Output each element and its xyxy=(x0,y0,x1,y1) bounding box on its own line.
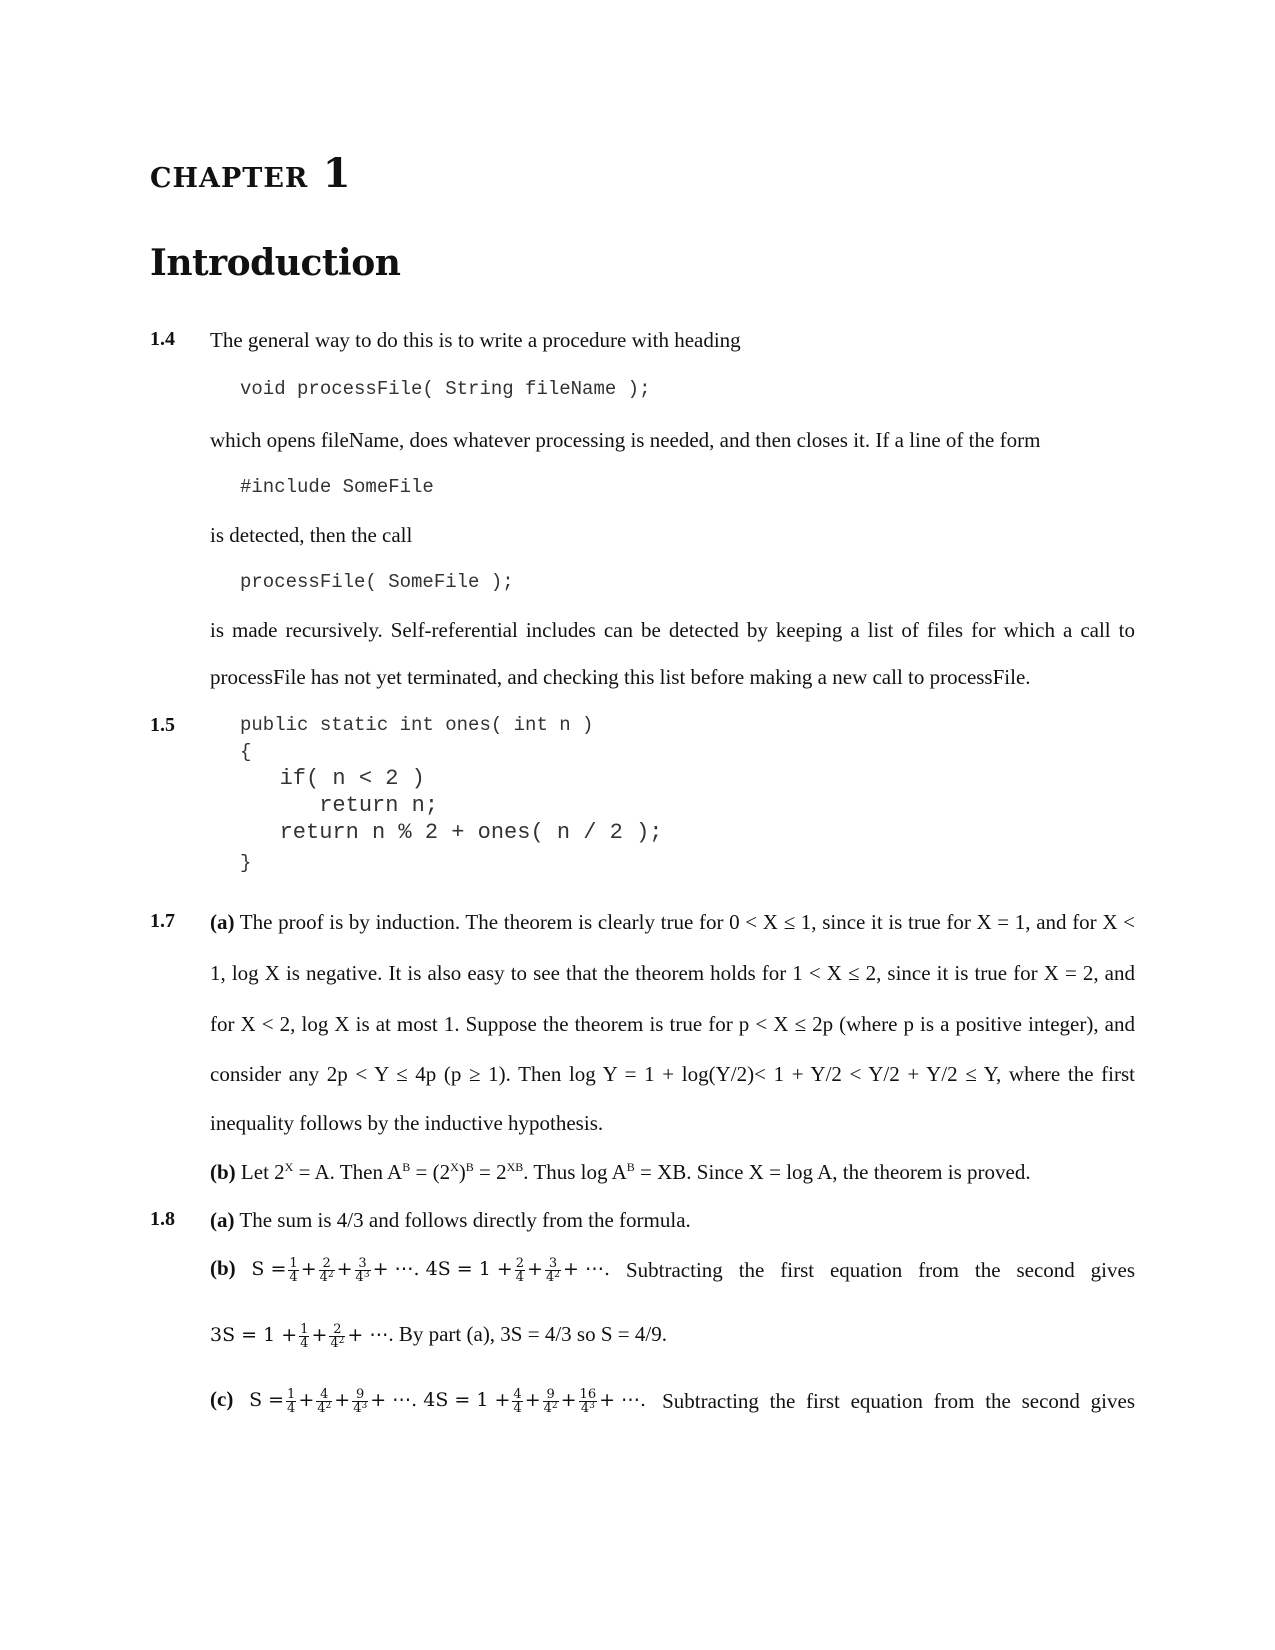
exercise-1-7-a-line-1: (a) The proof is by induction. The theor… xyxy=(210,910,1135,934)
text: ) xyxy=(458,1160,466,1184)
code-return-recursive: return n % 2 + ones( n / 2 ); xyxy=(240,820,663,845)
code-ones-signature: public static int ones( int n ) xyxy=(240,714,594,736)
exercise-1-8-b-line-2: 3S = 1 +1 4 +2 42 + ⋯. By part (a), 3S = 4/3… xyxy=(210,1321,667,1351)
exercise-1-8-b-line-1: (b) S = 1 4 +2 42 +3 43 + ⋯. 4S = 1 +2 4 +3 42 + ⋯.… xyxy=(210,1256,1135,1284)
text: . By part (a), 3S = 4/3 so S = 4/9. xyxy=(388,1322,667,1346)
exercise-1-7-b: (b) Let 2X = A. Then AB = (2X)B = 2XB. T… xyxy=(210,1160,1135,1184)
exercise-1-7-a-line-2: 1, log X is negative. It is also easy to… xyxy=(210,961,1135,985)
part-label-b: (b) xyxy=(210,1160,236,1184)
chapter-heading: CHAPTER 1 xyxy=(150,150,352,197)
code-if-line: if( n < 2 ) xyxy=(240,766,425,791)
chapter-title: Introduction xyxy=(150,242,401,284)
exercise-number-1-7: 1.7 xyxy=(150,910,175,932)
exercise-1-4-text-3: is detected, then the call xyxy=(210,523,413,547)
superscript: B xyxy=(626,1160,635,1174)
exercise-1-8-c-line-1: (c) S = 1 4 +4 42 +9 43 + ⋯. 4S = 1 +4 4 +9 42 +16 4… xyxy=(210,1387,1135,1415)
superscript: X xyxy=(450,1160,459,1174)
superscript: B xyxy=(465,1160,474,1174)
c-tail-text: Subtracting the first equation from the … xyxy=(662,1388,1135,1413)
part-label-a: (a) xyxy=(210,1208,235,1232)
text: . Thus log A xyxy=(523,1160,627,1184)
code-process-file-heading: void processFile( String fileName ); xyxy=(240,378,651,400)
text: The proof is by induction. The theorem i… xyxy=(239,910,1136,934)
exercise-number-1-8: 1.8 xyxy=(150,1208,175,1230)
chapter-label: CHAPTER xyxy=(150,163,309,194)
text: = (2 xyxy=(410,1160,451,1184)
part-label-b: (b) xyxy=(210,1256,236,1280)
text: = 2 xyxy=(473,1160,507,1184)
text: = A. Then A xyxy=(293,1160,403,1184)
exercise-number-1-4: 1.4 xyxy=(150,328,175,350)
superscript: XB xyxy=(506,1160,524,1174)
text: = XB. Since X = log A, the theorem is pr… xyxy=(634,1160,1031,1184)
exercise-1-7-a-line-5: inequality follows by the inductive hypo… xyxy=(210,1111,604,1135)
equation-b: (b) S = 1 4 +2 42 +3 43 + ⋯. 4S = 1 +2 4 +3 42 + ⋯. xyxy=(210,1255,610,1285)
part-label-c: (c) xyxy=(210,1387,234,1411)
code-include-line: #include SomeFile xyxy=(240,476,434,498)
exercise-1-8-a: (a) The sum is 4/3 and follows directly … xyxy=(210,1208,1135,1232)
exercise-number-1-5: 1.5 xyxy=(150,714,175,736)
exercise-1-7-a-line-4: consider any 2p < Y ≤ 4p (p ≥ 1). Then l… xyxy=(210,1062,1135,1086)
b-tail-text: Subtracting the first equation from the … xyxy=(625,1257,1135,1282)
code-close-brace: } xyxy=(240,852,252,874)
chapter-number: 1 xyxy=(322,150,352,197)
code-process-file-call: processFile( SomeFile ); xyxy=(240,571,514,593)
code-open-brace: { xyxy=(240,741,252,763)
exercise-1-7-a-line-3: for X < 2, log X is at most 1. Suppose t… xyxy=(210,1012,1135,1036)
exercise-1-4-text-2: which opens fileName, does whatever proc… xyxy=(210,428,1041,452)
exercise-1-4-text-4b: processFile has not yet terminated, and … xyxy=(210,665,1031,689)
code-return-n: return n; xyxy=(240,793,439,818)
exercise-1-4-intro: The general way to do this is to write a… xyxy=(210,328,741,352)
equation-c: (c) S = 1 4 +4 42 +9 43 + ⋯. 4S = 1 +4 4 +9 42 +16 4… xyxy=(210,1386,647,1416)
text: Let 2 xyxy=(240,1160,285,1184)
text: The sum is 4/3 and follows directly from… xyxy=(239,1208,691,1232)
part-label-a: (a) xyxy=(210,910,235,934)
exercise-1-4-text-4a: is made recursively. Self-referential in… xyxy=(210,618,1135,642)
